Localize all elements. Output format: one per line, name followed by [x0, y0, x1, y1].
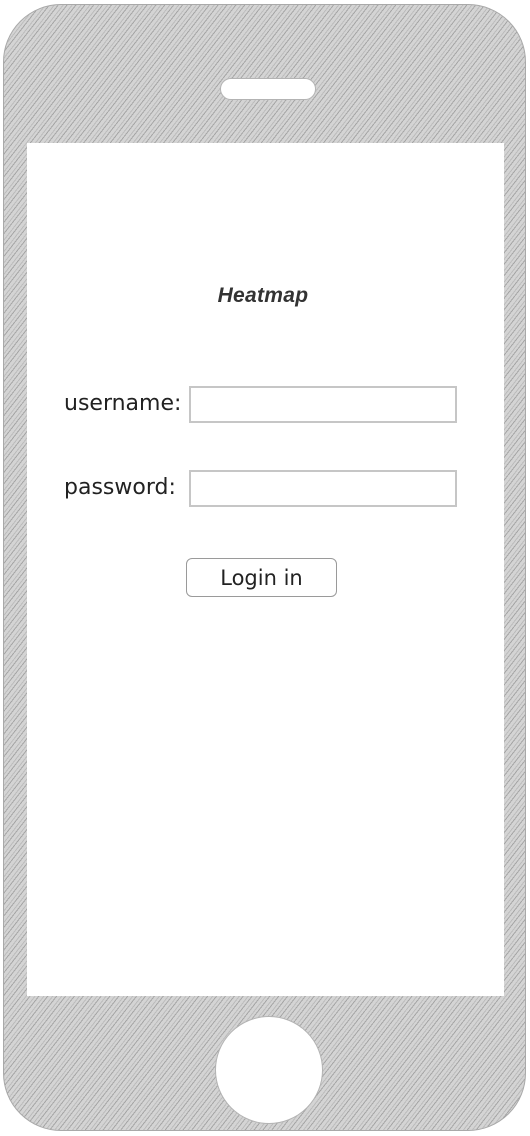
username-label: username:	[64, 391, 182, 416]
username-input[interactable]	[189, 386, 457, 423]
password-label: password:	[64, 475, 176, 500]
home-button[interactable]	[215, 1016, 323, 1124]
password-input[interactable]	[189, 470, 457, 507]
speaker-slot	[220, 78, 316, 100]
login-button[interactable]: Login in	[186, 558, 337, 597]
phone-screen: Heatmap username: password: Login in	[27, 143, 504, 996]
page-title: Heatmap	[217, 284, 309, 307]
